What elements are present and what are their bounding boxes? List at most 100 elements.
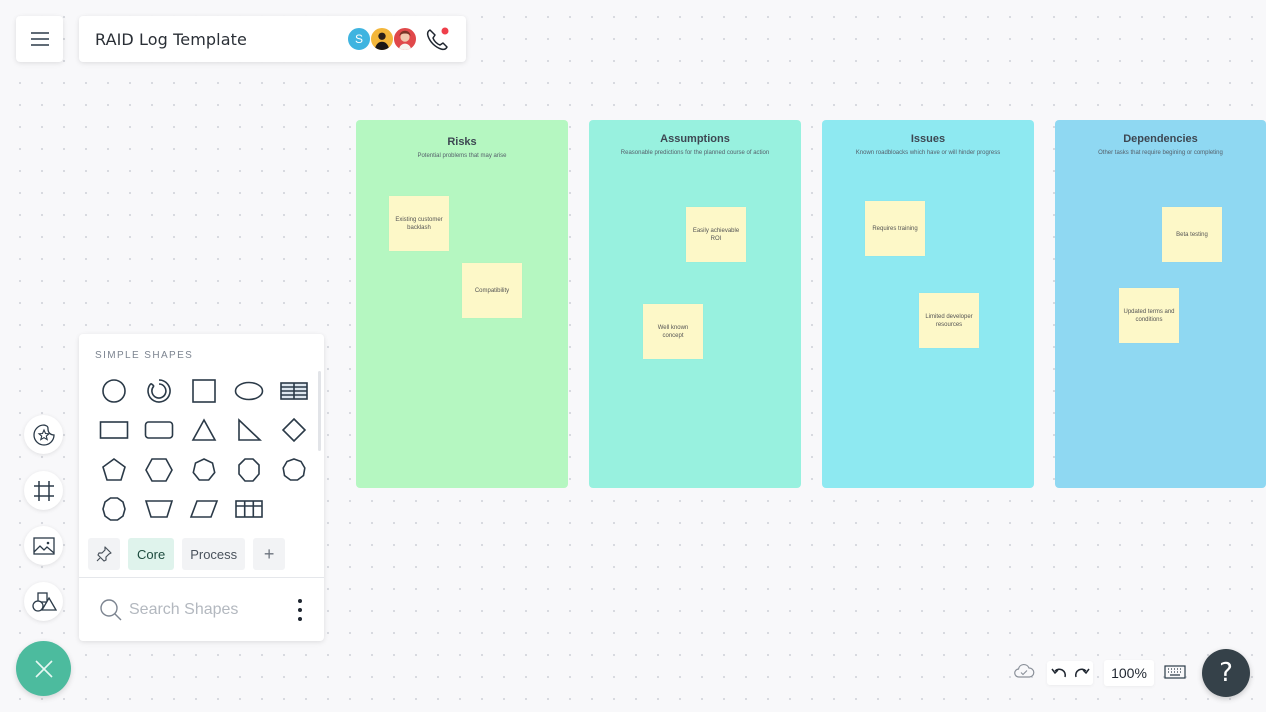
main-menu-button[interactable] bbox=[16, 16, 63, 62]
pin-tab[interactable] bbox=[88, 538, 120, 570]
shape-pentagon[interactable] bbox=[91, 450, 136, 490]
note-text: Existing customer backlash bbox=[395, 216, 443, 231]
column-title: Issues bbox=[910, 133, 946, 145]
document-title[interactable]: RAID Log Template bbox=[95, 30, 247, 49]
sticky-note[interactable]: Easily achievable ROI bbox=[686, 207, 746, 262]
parallelogram-icon bbox=[189, 500, 218, 519]
column-subtitle: Potential problems that may arise bbox=[417, 153, 507, 159]
right-triangle-icon bbox=[237, 418, 262, 442]
sticky-note[interactable]: Beta testing bbox=[1162, 207, 1222, 262]
table-grid-icon bbox=[234, 500, 263, 519]
nonagon-icon bbox=[281, 457, 306, 481]
search-shapes-input[interactable] bbox=[129, 601, 279, 619]
hamburger-menu-icon bbox=[30, 32, 49, 46]
title-bar: RAID Log Template S bbox=[79, 16, 466, 62]
cloud-saved-icon bbox=[1014, 663, 1035, 678]
shape-rounded-rectangle[interactable] bbox=[136, 411, 181, 451]
ellipse-icon bbox=[234, 381, 263, 401]
undo-icon bbox=[1050, 668, 1066, 678]
shapes-button[interactable] bbox=[24, 582, 63, 621]
save-status[interactable] bbox=[1013, 662, 1035, 685]
sticker-button[interactable] bbox=[24, 415, 63, 454]
note-text: Beta testing bbox=[1176, 231, 1208, 238]
shape-rectangle[interactable] bbox=[91, 411, 136, 451]
hexagon-icon bbox=[144, 457, 173, 482]
add-library-button[interactable]: + bbox=[253, 538, 286, 570]
square-icon bbox=[191, 378, 216, 403]
shape-table-striped[interactable] bbox=[271, 371, 316, 411]
image-button[interactable] bbox=[24, 526, 63, 565]
sticky-note[interactable]: Limited developer resources bbox=[919, 293, 979, 348]
shape-triangle[interactable] bbox=[181, 411, 226, 451]
shape-right-triangle[interactable] bbox=[226, 411, 271, 451]
table-striped-icon bbox=[279, 381, 308, 400]
note-text: Updated terms and conditions bbox=[1123, 308, 1175, 323]
search-icon bbox=[100, 599, 122, 621]
shape-ellipse[interactable] bbox=[226, 371, 271, 411]
call-notification-badge bbox=[441, 27, 449, 35]
help-button[interactable]: ? bbox=[1202, 649, 1250, 697]
diamond-icon bbox=[281, 418, 306, 443]
call-button[interactable] bbox=[425, 26, 451, 52]
image-icon bbox=[32, 536, 55, 555]
decagon-icon bbox=[101, 497, 126, 522]
shape-trapezoid[interactable] bbox=[136, 490, 181, 530]
note-text: Compatibility bbox=[474, 287, 510, 294]
tab-core[interactable]: Core bbox=[128, 538, 175, 570]
shape-donut[interactable] bbox=[136, 371, 181, 411]
shape-table-grid[interactable] bbox=[226, 490, 271, 530]
shape-parallelogram[interactable] bbox=[181, 490, 226, 530]
column-subtitle: Other tasks that require begining or com… bbox=[1098, 150, 1223, 156]
note-text: Limited developer resources bbox=[925, 313, 973, 328]
person-photo-icon bbox=[398, 30, 412, 50]
sticky-note[interactable]: Compatibility bbox=[462, 263, 522, 318]
shape-octagon[interactable] bbox=[226, 450, 271, 490]
column-title: Dependencies bbox=[1123, 133, 1198, 145]
column-risks[interactable]: Risks Potential problems that may arise … bbox=[356, 120, 568, 488]
person-photo-icon bbox=[374, 32, 390, 50]
shape-heptagon[interactable] bbox=[181, 450, 226, 490]
sticky-note[interactable]: Existing customer backlash bbox=[389, 196, 449, 251]
search-shapes bbox=[99, 596, 289, 624]
column-issues[interactable]: Issues Known roadbloacks which have or w… bbox=[822, 120, 1034, 488]
close-icon bbox=[34, 659, 53, 678]
note-text: Well known concept bbox=[657, 324, 689, 339]
avatar[interactable] bbox=[393, 27, 417, 51]
dot bbox=[298, 599, 302, 603]
avatar[interactable] bbox=[370, 27, 394, 51]
more-options-button[interactable] bbox=[295, 599, 305, 621]
dot bbox=[298, 617, 302, 621]
column-assumptions[interactable]: Assumptions Reasonable predictions for t… bbox=[589, 120, 801, 488]
column-dependencies[interactable]: Dependencies Other tasks that require be… bbox=[1055, 120, 1266, 488]
zoom-level[interactable]: 100% bbox=[1104, 660, 1154, 686]
frame-button[interactable] bbox=[24, 471, 63, 510]
panel-scrollbar[interactable] bbox=[318, 371, 321, 451]
shape-square[interactable] bbox=[181, 371, 226, 411]
sticky-note[interactable]: Well known concept bbox=[643, 304, 703, 359]
shape-hexagon[interactable] bbox=[136, 450, 181, 490]
keyboard-shortcuts-button[interactable] bbox=[1164, 665, 1186, 684]
shape-circle[interactable] bbox=[91, 371, 136, 411]
panel-heading: SIMPLE SHAPES bbox=[95, 350, 194, 361]
column-title: Assumptions bbox=[660, 133, 730, 145]
redo-button[interactable] bbox=[1074, 666, 1090, 680]
avatar[interactable]: S bbox=[347, 27, 371, 51]
redo-icon bbox=[1074, 668, 1090, 678]
avatar-initial: S bbox=[354, 32, 363, 46]
sticker-icon bbox=[32, 423, 55, 446]
shape-decagon[interactable] bbox=[91, 490, 136, 530]
shape-diamond[interactable] bbox=[271, 411, 316, 451]
rounded-rectangle-icon bbox=[144, 421, 173, 440]
sticky-note[interactable]: Requires training bbox=[865, 201, 925, 256]
note-text: Requires training bbox=[872, 225, 918, 232]
tab-process[interactable]: Process bbox=[182, 538, 246, 570]
column-title: Risks bbox=[447, 136, 477, 148]
undo-button[interactable] bbox=[1050, 666, 1067, 680]
collaborator-avatars: S bbox=[347, 27, 417, 51]
sticky-note[interactable]: Updated terms and conditions bbox=[1119, 288, 1179, 343]
close-panel-button[interactable] bbox=[16, 641, 71, 696]
shape-nonagon[interactable] bbox=[271, 450, 316, 490]
divider bbox=[79, 577, 324, 578]
column-subtitle: Reasonable predictions for the planned c… bbox=[620, 150, 770, 156]
shapes-panel: SIMPLE SHAPES Core Process + bbox=[79, 334, 324, 641]
